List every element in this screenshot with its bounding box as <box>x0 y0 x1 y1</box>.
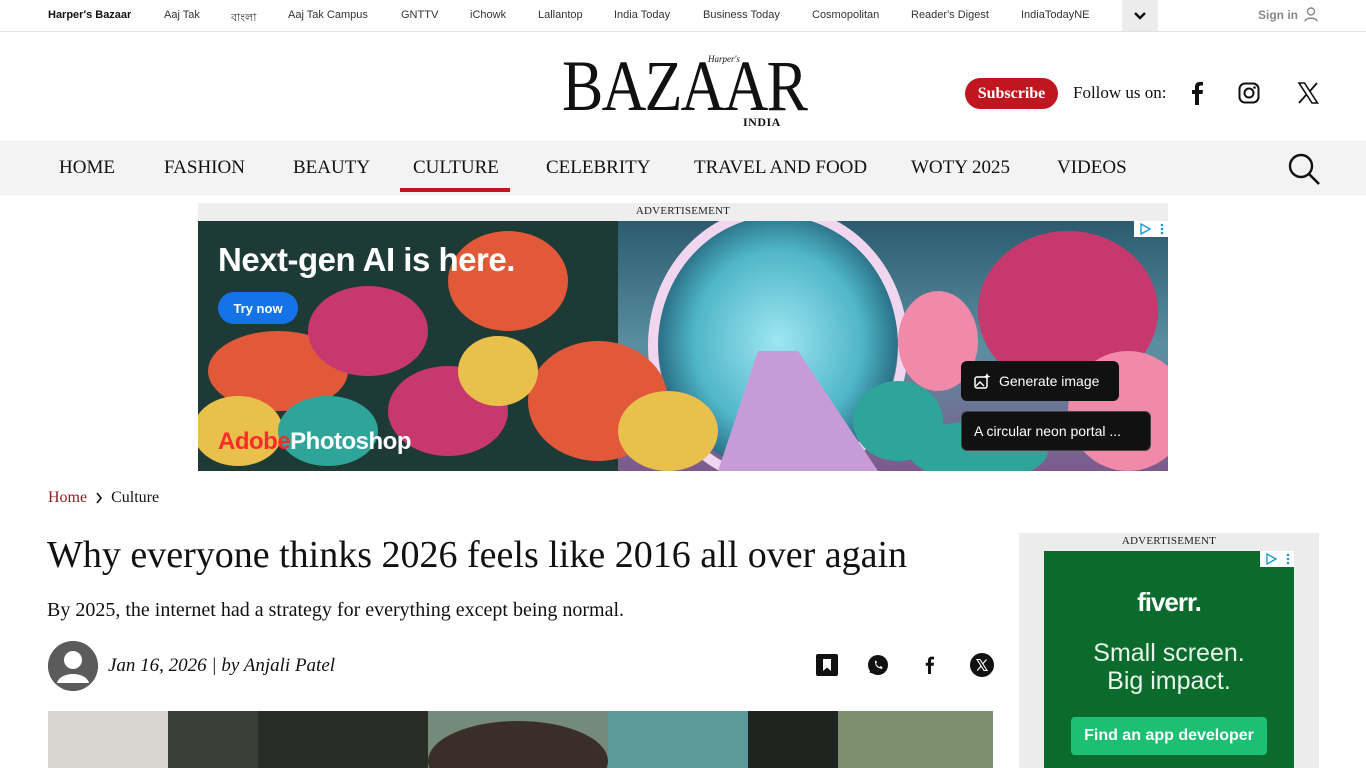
network-link-business-today[interactable]: Business Today <box>703 9 780 21</box>
network-link-ichowk[interactable]: iChowk <box>470 9 506 21</box>
top-advertisement: ADVERTISEMENT Next-gen AI is here. Try n… <box>198 203 1168 471</box>
nav-item-culture[interactable]: CULTURE <box>413 157 499 179</box>
x-icon <box>1297 82 1319 104</box>
breadcrumb-home[interactable]: Home <box>48 489 87 507</box>
more-options-icon <box>1286 553 1289 565</box>
chevron-right-icon <box>96 492 103 504</box>
nav-item-home[interactable]: HOME <box>59 157 115 179</box>
generate-image-label: Generate image <box>999 373 1100 389</box>
ad-label: ADVERTISEMENT <box>635 205 731 217</box>
find-app-developer-button[interactable]: Find an app developer <box>1071 717 1267 755</box>
ad-brand: AdobePhotoshop <box>218 428 411 456</box>
facebook-follow-button[interactable] <box>1184 80 1210 106</box>
adchoices-icon <box>1139 223 1151 235</box>
network-link-harpers-bazaar[interactable]: Harper's Bazaar <box>48 9 131 21</box>
subscribe-button[interactable]: Subscribe <box>965 78 1058 109</box>
sparkle-image-icon <box>974 373 991 389</box>
active-nav-indicator <box>400 188 510 192</box>
instagram-icon <box>1238 82 1260 104</box>
more-networks-button[interactable] <box>1122 0 1158 31</box>
breadcrumb: Home Culture <box>48 489 159 507</box>
network-link-gnttv[interactable]: GNTTV <box>401 9 438 21</box>
network-link-aaj-tak-campus[interactable]: Aaj Tak Campus <box>288 9 368 21</box>
nav-item-beauty[interactable]: BEAUTY <box>293 157 370 179</box>
x-follow-button[interactable] <box>1295 80 1321 106</box>
ad-brand-adobe: Adobe <box>218 428 291 455</box>
instagram-follow-button[interactable] <box>1236 80 1262 106</box>
signin-button[interactable]: Sign in <box>1258 7 1318 22</box>
nav-item-fashion[interactable]: FASHION <box>164 157 245 179</box>
signin-label: Sign in <box>1258 7 1298 22</box>
network-link-cosmopolitan[interactable]: Cosmopolitan <box>812 9 879 21</box>
site-logo[interactable]: BAZAAR Harper's INDIA <box>562 46 808 132</box>
article-hero-image[interactable] <box>48 711 993 768</box>
sidebar-advertisement: ADVERTISEMENT fiverr. Small screen. Big … <box>1019 533 1319 768</box>
side-adchoices-badge[interactable] <box>1260 551 1294 567</box>
whatsapp-share-button[interactable] <box>866 653 890 677</box>
more-options-icon <box>1160 223 1163 235</box>
ad-prompt-field[interactable]: A circular neon portal ... <box>961 411 1151 451</box>
logo-india: INDIA <box>743 115 781 129</box>
bookmark-button[interactable] <box>815 653 839 677</box>
hero-photo <box>48 711 993 768</box>
search-button[interactable] <box>1286 151 1322 187</box>
side-ad-line2: Big impact. <box>1107 667 1231 695</box>
breadcrumb-current[interactable]: Culture <box>111 489 159 507</box>
nav-item-videos[interactable]: VIDEOS <box>1057 157 1127 179</box>
logo-harpers: Harper's <box>708 54 740 64</box>
facebook-icon <box>1192 81 1203 105</box>
network-link-lallantop[interactable]: Lallantop <box>538 9 583 21</box>
article-title: Why everyone thinks 2026 feels like 2016… <box>47 534 908 576</box>
side-ad-line1: Small screen. <box>1093 639 1245 667</box>
network-link-bangla[interactable]: বাংলা <box>231 9 256 28</box>
facebook-share-button[interactable] <box>917 653 941 677</box>
nav-item-travel-and-food[interactable]: TRAVEL AND FOOD <box>694 157 867 179</box>
main-nav: HOME FASHION BEAUTY CULTURE CELEBRITY TR… <box>0 141 1366 195</box>
fiverr-ad-creative[interactable]: fiverr. Small screen. Big impact. Find a… <box>1044 551 1294 768</box>
adchoices-badge[interactable] <box>1134 221 1168 237</box>
user-icon <box>1304 7 1318 22</box>
generate-image-button[interactable]: Generate image <box>961 361 1119 401</box>
article-dek: By 2025, the internet had a strategy for… <box>47 599 625 621</box>
x-icon <box>970 653 994 677</box>
article-byline: Jan 16, 2026 | by Anjali Patel <box>108 655 336 676</box>
network-link-readers-digest[interactable]: Reader's Digest <box>911 9 989 21</box>
fiverr-logo: fiverr. <box>1137 587 1202 617</box>
person-icon <box>48 641 98 691</box>
bookmark-icon <box>816 654 838 676</box>
author-avatar[interactable] <box>48 641 98 691</box>
network-link-aaj-tak[interactable]: Aaj Tak <box>164 9 200 21</box>
whatsapp-icon <box>868 655 888 675</box>
network-link-indiatodayne[interactable]: IndiaTodayNE <box>1021 9 1090 21</box>
x-share-button[interactable] <box>970 653 994 677</box>
nav-item-woty-2025[interactable]: WOTY 2025 <box>911 157 1010 179</box>
follow-label: Follow us on: <box>1073 83 1167 102</box>
try-now-button[interactable]: Try now <box>218 292 298 324</box>
chevron-down-icon <box>1134 11 1146 20</box>
photoshop-ad-creative[interactable]: Next-gen AI is here. Try now AdobePhotos… <box>198 221 1168 471</box>
network-bar: Harper's Bazaar Aaj Tak বাংলা Aaj Tak Ca… <box>0 0 1366 32</box>
ad-headline: Next-gen AI is here. <box>218 241 515 278</box>
network-link-india-today[interactable]: India Today <box>614 9 670 21</box>
adchoices-icon <box>1265 553 1277 565</box>
logo-wordmark: BAZAAR <box>562 46 808 126</box>
nav-item-celebrity[interactable]: CELEBRITY <box>546 157 651 179</box>
facebook-icon <box>925 656 934 674</box>
side-ad-label: ADVERTISEMENT <box>1121 535 1217 547</box>
search-icon <box>1288 153 1320 185</box>
ad-brand-photoshop: Photoshop <box>290 428 411 455</box>
